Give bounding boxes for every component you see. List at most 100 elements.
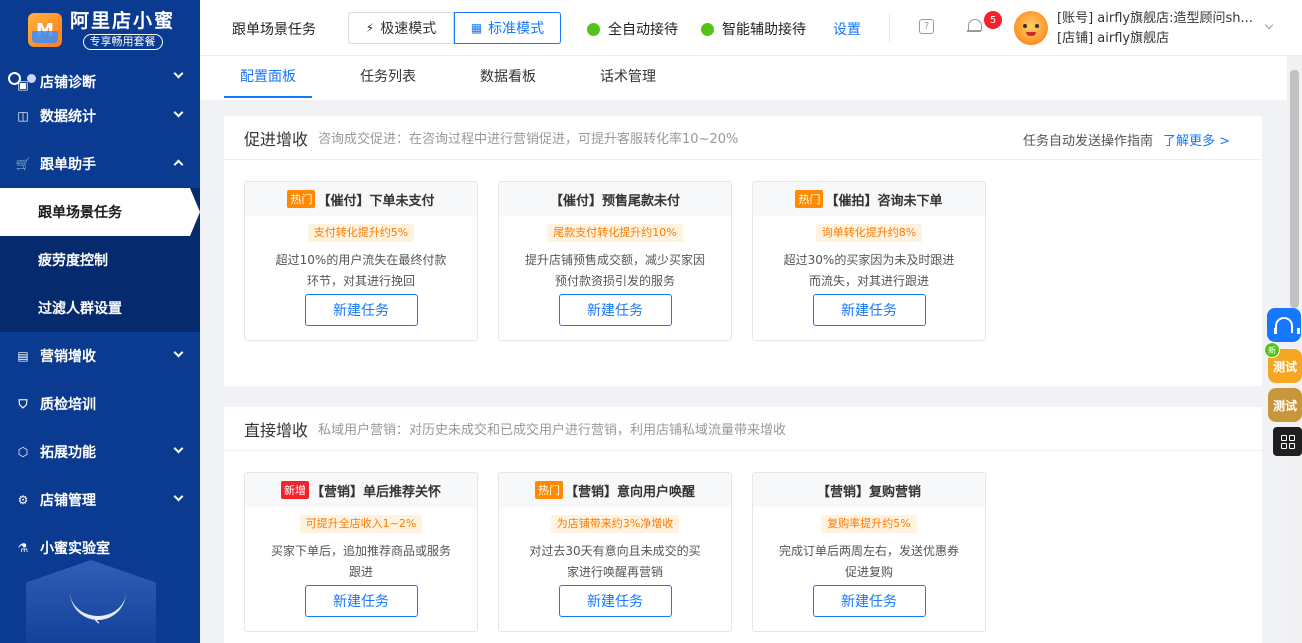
card-title: 热门 【催付】下单未支付 [245, 182, 477, 216]
task-card: 热门 【催拍】咨询未下单 询单转化提升约8% 超过30%的买家因为未及时跟进而流失… [752, 181, 986, 341]
settings-link[interactable]: 设置 [833, 19, 861, 39]
card-title: 【催付】预售尾款未付 [499, 182, 731, 216]
card-title-text: 【催付】预售尾款未付 [549, 193, 680, 209]
card-benefit-badge: 尾款支付转化提升约10% [547, 224, 683, 242]
account-info[interactable]: [账号] airfly旗舰店:造型顾问sh... [店铺] airfly旗舰店 [1057, 9, 1277, 49]
sidebar-item-label: 小蜜实验室 [40, 541, 110, 557]
guide-text: 任务自动发送操作指南 了解更多 > [1023, 130, 1230, 149]
dot-icon[interactable] [27, 74, 36, 83]
grid-cell-icon [1288, 442, 1295, 449]
sidebar-menu: ▣ 店铺诊断 ◫ 数据统计 🛒 跟单助手 跟单场景任务 疲劳度控制 过滤人群设置 [0, 66, 200, 572]
card-benefit-badge: 为店铺带来约3%净增收 [550, 515, 680, 533]
logo-mark-icon: M [28, 13, 62, 47]
card-title: 【营销】复购营销 [753, 473, 985, 507]
status-dot-icon [701, 22, 714, 36]
section-desc: 私域用户营销：对历史未成交和已成交用户进行营销，利用店铺私域流量带来增收 [318, 423, 787, 438]
sidebar-item-label: 店铺管理 [40, 493, 96, 509]
tab-data-board[interactable]: 数据看板 [464, 56, 552, 98]
gear-icon: ⚙ [17, 493, 29, 507]
section-title: 促进增收 [244, 129, 309, 149]
help-icon[interactable]: ? [919, 19, 934, 34]
standard-mode-label: 标准模式 [488, 21, 545, 37]
sidebar-item-label: 数据统计 [40, 109, 96, 125]
card-title-text: 【催付】下单未支付 [317, 193, 435, 209]
bell-icon[interactable] [967, 18, 982, 34]
sidebar-item-extensions[interactable]: ⬡ 拓展功能 [0, 428, 200, 476]
customer-service-button[interactable] [1267, 308, 1301, 342]
task-card: 热门 【催付】下单未支付 支付转化提升约5% 超过10%的用户流失在最终付款环节，… [244, 181, 478, 341]
sub-item-filter-crowd[interactable]: 过滤人群设置 [0, 284, 200, 332]
divider [889, 14, 890, 42]
hot-tag: 热门 [534, 481, 563, 499]
assist-reception-status[interactable]: 智能辅助接待 [701, 19, 806, 39]
wallet-icon: ▤ [17, 349, 29, 363]
auto-reception-status[interactable]: 全自动接待 [587, 19, 678, 39]
chevron-down-icon [173, 347, 184, 358]
card-row: 新增 【营销】单后推荐关怀 可提升全店收入1~2% 买家下单后，追加推荐商品或服务… [244, 472, 986, 632]
new-task-button[interactable]: 新建任务 [812, 294, 926, 326]
sidebar-item-label: 营销增收 [40, 349, 96, 365]
grid-cell-icon [1280, 434, 1287, 441]
fast-mode-button[interactable]: ⚡ 极速模式 [348, 12, 454, 44]
logo[interactable]: M 阿里店小蜜 专享畅用套餐 [0, 0, 200, 60]
card-desc: 超过10%的用户流失在最终付款环节，对其进行挽回 [275, 253, 447, 288]
card-benefit-badge: 询单转化提升约8% [815, 224, 923, 242]
learn-more-link[interactable]: 了解更多 > [1163, 134, 1230, 149]
task-card: 新增 【营销】单后推荐关怀 可提升全店收入1~2% 买家下单后，追加推荐商品或服务… [244, 472, 478, 632]
section-header: 促进增收 咨询成交促进：在咨询过程中进行营销促进，可提升客服转化率10~20% … [224, 116, 1262, 160]
card-title: 热门 【催拍】咨询未下单 [753, 182, 985, 216]
sidebar-item-qa-training[interactable]: ⛉ 质检培训 [0, 380, 200, 428]
task-card: 【催付】预售尾款未付 尾款支付转化提升约10% 提升店铺预售成交额，减少买家因预… [498, 181, 732, 341]
sub-item-label: 过滤人群设置 [38, 301, 122, 317]
tab-config-panel[interactable]: 配置面板 [224, 56, 312, 98]
standard-mode-button[interactable]: ▦ 标准模式 [454, 12, 561, 44]
headset-icon [1274, 317, 1300, 334]
chart-icon: ◫ [17, 109, 29, 123]
sub-item-scene-tasks[interactable]: 跟单场景任务 [0, 188, 200, 236]
sidebar-item-stats[interactable]: ◫ 数据统计 [0, 92, 200, 140]
tab-task-list[interactable]: 任务列表 [344, 56, 432, 98]
logo-title: 阿里店小蜜 [70, 10, 176, 32]
section-header: 直接增收 私域用户营销：对历史未成交和已成交用户进行营销，利用店铺私域流量带来增… [224, 407, 1262, 451]
account-name: [账号] airfly旗舰店:造型顾问sh... [1057, 11, 1253, 26]
sidebar-item-follow-assistant[interactable]: 🛒 跟单助手 [0, 140, 200, 188]
new-task-button[interactable]: 新建任务 [812, 585, 926, 617]
chevron-down-icon [173, 107, 184, 118]
sidebar: M 阿里店小蜜 专享畅用套餐 ▣ 店铺诊断 ◫ 数据统计 🛒 跟单助手 跟单场景… [0, 0, 200, 643]
dot-active-icon[interactable] [8, 72, 21, 85]
submenu-follow-assistant: 跟单场景任务 疲劳度控制 过滤人群设置 [0, 188, 200, 332]
card-title-text: 【催拍】咨询未下单 [825, 193, 943, 209]
sidebar-item-marketing[interactable]: ▤ 营销增收 [0, 332, 200, 380]
hot-tag: 热门 [795, 190, 824, 208]
sub-item-fatigue-control[interactable]: 疲劳度控制 [0, 236, 200, 284]
new-task-button[interactable]: 新建任务 [558, 294, 672, 326]
cart-icon: 🛒 [15, 157, 31, 171]
apps-grid-button[interactable] [1273, 427, 1302, 456]
section-title: 直接增收 [244, 420, 309, 440]
grid-cell-icon [1280, 442, 1287, 449]
shop-name: [店铺] airfly旗舰店 [1057, 31, 1170, 46]
shield-check-icon: ⛉ [18, 396, 28, 411]
scrollbar-thumb[interactable] [1290, 70, 1299, 308]
collapse-sidebar-icon[interactable]: ‹ [94, 610, 100, 629]
main-content: 促进增收 咨询成交促进：在咨询过程中进行营销促进，可提升客服转化率10~20% … [200, 100, 1302, 643]
avatar[interactable] [1014, 11, 1048, 45]
guide-label: 任务自动发送操作指南 [1022, 134, 1153, 149]
test-button-b[interactable]: 测试 [1268, 388, 1302, 422]
chevron-down-icon [173, 491, 184, 502]
new-task-button[interactable]: 新建任务 [304, 294, 418, 326]
card-desc: 超过30%的买家因为未及时跟进而流失，对其进行跟进 [783, 253, 955, 288]
tab-script-management[interactable]: 话术管理 [584, 56, 672, 98]
card-title-text: 【营销】复购营销 [816, 484, 921, 500]
card-title-text: 【营销】意向用户唤醒 [564, 484, 695, 500]
sidebar-item-shop-management[interactable]: ⚙ 店铺管理 [0, 476, 200, 524]
new-badge: 新 [1264, 342, 1280, 358]
new-task-button[interactable]: 新建任务 [558, 585, 672, 617]
new-task-button[interactable]: 新建任务 [304, 585, 418, 617]
mode-switch: ⚡ 极速模式 ▦ 标准模式 [348, 12, 561, 44]
chevron-down-icon [173, 443, 184, 454]
carousel-dots[interactable] [8, 72, 36, 85]
card-title: 新增 【营销】单后推荐关怀 [245, 473, 477, 507]
plan-badge: 专享畅用套餐 [82, 34, 163, 50]
tab-bar: 配置面板 任务列表 数据看板 话术管理 [200, 56, 1302, 100]
